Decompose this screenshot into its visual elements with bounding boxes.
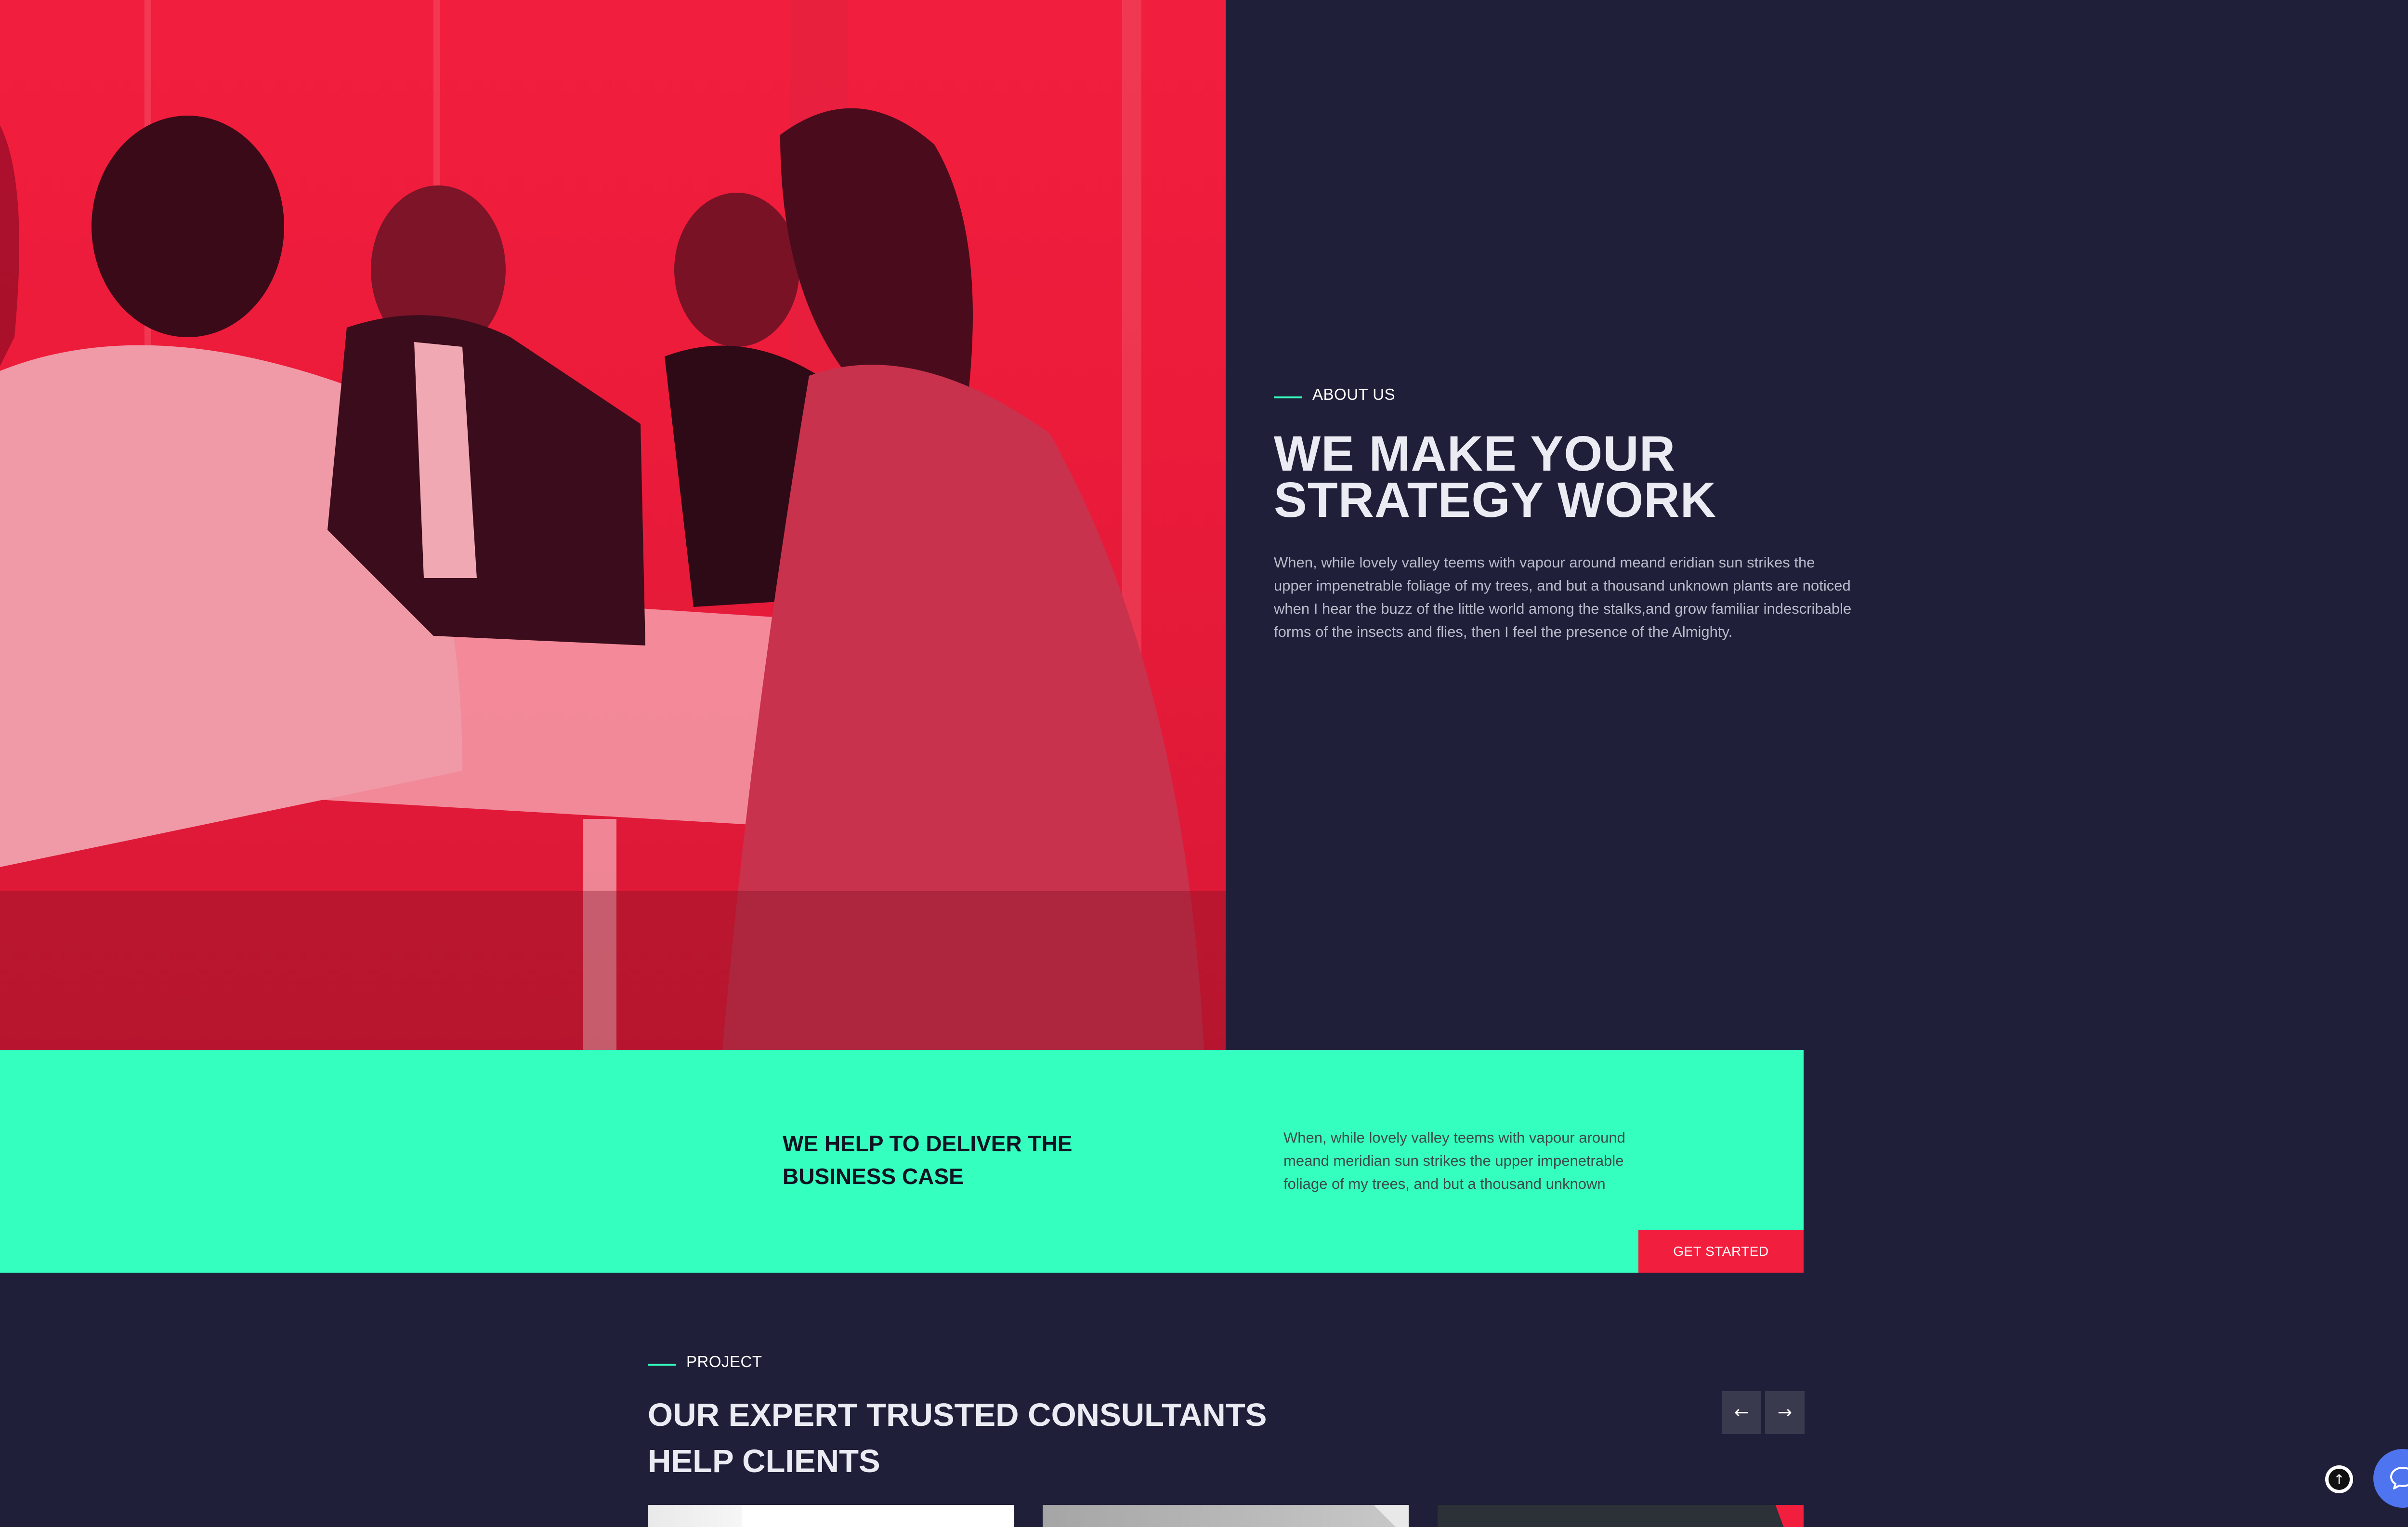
- about-section: ABOUT US WE MAKE YOUR STRATEGY WORK When…: [1274, 385, 1871, 658]
- cta-title: WE HELP TO DELIVER THE BUSINESS CASE: [783, 1127, 1129, 1193]
- back-to-top-button[interactable]: ↑: [2325, 1465, 2353, 1493]
- project-card[interactable]: [1438, 1505, 1804, 1527]
- project-title-line-2: HELP CLIENTS: [648, 1443, 880, 1479]
- eyebrow-accent-line: [1274, 396, 1302, 398]
- page: ABOUT US WE MAKE YOUR STRATEGY WORK When…: [0, 0, 2408, 1527]
- cta-description: When, while lovely valley teems with vap…: [1283, 1129, 1625, 1192]
- project-title-line-1: OUR EXPERT TRUSTED CONSULTANTS: [648, 1397, 1267, 1433]
- chat-bubble-icon: [2390, 1467, 2408, 1489]
- project-eyebrow: PROJECT: [648, 1353, 1804, 1371]
- project-eyebrow-label: PROJECT: [686, 1353, 762, 1370]
- project-card[interactable]: [1043, 1505, 1409, 1527]
- project-carousel-nav: ← →: [1722, 1391, 1805, 1434]
- carousel-next-button[interactable]: →: [1765, 1391, 1805, 1434]
- cta-title-line-2: BUSINESS CASE: [783, 1164, 964, 1189]
- carousel-prev-button[interactable]: ←: [1722, 1391, 1761, 1434]
- about-description: When, while lovely valley teems with vap…: [1274, 554, 1852, 640]
- team-meeting-photo: [0, 0, 1226, 1050]
- project-title: OUR EXPERT TRUSTED CONSULTANTS HELP CLIE…: [648, 1392, 1322, 1485]
- project-card[interactable]: [648, 1505, 1014, 1527]
- project-section: PROJECT OUR EXPERT TRUSTED CONSULTANTS H…: [648, 1353, 1804, 1485]
- about-eyebrow-label: ABOUT US: [1312, 385, 1396, 403]
- project-cards: [648, 1505, 1804, 1527]
- eyebrow-accent-line: [648, 1364, 676, 1366]
- cta-band: WE HELP TO DELIVER THE BUSINESS CASE Whe…: [0, 1050, 1804, 1273]
- chat-button[interactable]: [2373, 1449, 2408, 1508]
- arrow-right-icon: →: [1777, 1403, 1793, 1422]
- cta-title-line-1: WE HELP TO DELIVER THE: [783, 1131, 1073, 1156]
- about-title-line-2: STRATEGY WORK: [1274, 472, 1717, 527]
- arrow-left-icon: ←: [1734, 1403, 1749, 1422]
- about-title: WE MAKE YOUR STRATEGY WORK: [1274, 429, 1871, 525]
- get-started-button[interactable]: GET STARTED: [1638, 1230, 1804, 1273]
- arrow-up-icon: ↑: [2329, 1469, 2350, 1490]
- about-eyebrow: ABOUT US: [1274, 385, 1871, 404]
